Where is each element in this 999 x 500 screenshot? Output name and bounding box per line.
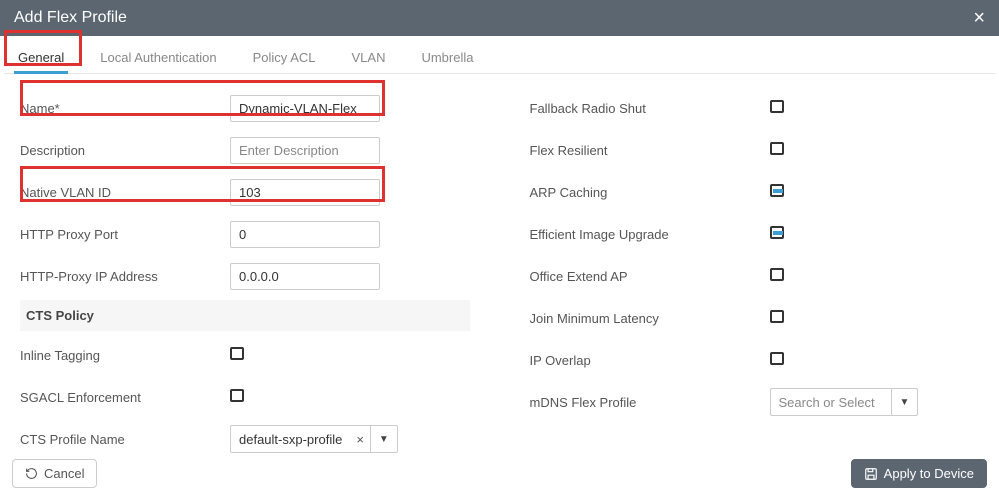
flex-resilient-checkbox[interactable] — [770, 142, 784, 155]
tab-vlan[interactable]: VLAN — [348, 44, 390, 73]
cts-profile-value: default-sxp-profile — [231, 432, 350, 447]
cancel-label: Cancel — [44, 466, 84, 481]
cts-profile-label: CTS Profile Name — [20, 432, 230, 447]
tab-general-label: General — [18, 50, 64, 65]
description-label: Description — [20, 143, 230, 158]
row-ip-overlap: IP Overlap — [530, 342, 980, 378]
tab-vlan-label: VLAN — [352, 50, 386, 65]
arp-caching-label: ARP Caching — [530, 185, 770, 200]
tab-bar: General Local Authentication Policy ACL … — [4, 36, 995, 74]
tab-policy-acl-label: Policy ACL — [253, 50, 316, 65]
office-extend-label: Office Extend AP — [530, 269, 770, 284]
left-column: Name* Description Native VLAN ID HTTP Pr… — [20, 90, 470, 463]
efficient-upgrade-label: Efficient Image Upgrade — [530, 227, 770, 242]
row-native-vlan: Native VLAN ID — [20, 174, 470, 210]
tab-umbrella[interactable]: Umbrella — [417, 44, 477, 73]
close-icon[interactable]: × — [973, 8, 985, 28]
efficient-upgrade-checkbox[interactable] — [770, 226, 784, 239]
row-inline-tagging: Inline Tagging — [20, 337, 470, 373]
arp-caching-checkbox[interactable] — [770, 184, 784, 197]
http-proxy-ip-label: HTTP-Proxy IP Address — [20, 269, 230, 284]
office-extend-checkbox[interactable] — [770, 268, 784, 281]
modal-title: Add Flex Profile — [14, 9, 127, 27]
row-flex-resilient: Flex Resilient — [530, 132, 980, 168]
http-proxy-ip-input[interactable] — [230, 263, 380, 290]
row-join-latency: Join Minimum Latency — [530, 300, 980, 336]
native-vlan-label: Native VLAN ID — [20, 185, 230, 200]
http-proxy-port-label: HTTP Proxy Port — [20, 227, 230, 242]
modal-header: Add Flex Profile × — [0, 0, 999, 36]
chevron-down-icon[interactable]: ▼ — [891, 389, 918, 415]
content-area: Name* Description Native VLAN ID HTTP Pr… — [0, 74, 999, 471]
row-http-proxy-ip: HTTP-Proxy IP Address — [20, 258, 470, 294]
row-office-extend: Office Extend AP — [530, 258, 980, 294]
mdns-label: mDNS Flex Profile — [530, 395, 770, 410]
cancel-button[interactable]: Cancel — [12, 459, 97, 488]
row-description: Description — [20, 132, 470, 168]
undo-icon — [25, 467, 38, 480]
cts-policy-header: CTS Policy — [20, 300, 470, 331]
apply-button[interactable]: Apply to Device — [851, 459, 987, 488]
name-label: Name* — [20, 101, 230, 116]
fallback-radio-label: Fallback Radio Shut — [530, 101, 770, 116]
row-name: Name* — [20, 90, 470, 126]
row-http-proxy-port: HTTP Proxy Port — [20, 216, 470, 252]
apply-label: Apply to Device — [884, 466, 974, 481]
sgacl-label: SGACL Enforcement — [20, 390, 230, 405]
sgacl-checkbox[interactable] — [230, 389, 244, 402]
row-fallback-radio: Fallback Radio Shut — [530, 90, 980, 126]
inline-tagging-label: Inline Tagging — [20, 348, 230, 363]
row-mdns: mDNS Flex Profile Search or Select ▼ — [530, 384, 980, 420]
row-efficient-upgrade: Efficient Image Upgrade — [530, 216, 980, 252]
ip-overlap-checkbox[interactable] — [770, 352, 784, 365]
flex-resilient-label: Flex Resilient — [530, 143, 770, 158]
cts-profile-clear-icon[interactable]: × — [350, 432, 370, 447]
name-input[interactable] — [230, 95, 380, 122]
tab-local-auth-label: Local Authentication — [100, 50, 216, 65]
mdns-placeholder: Search or Select — [771, 395, 891, 410]
native-vlan-input[interactable] — [230, 179, 380, 206]
description-input[interactable] — [230, 137, 380, 164]
right-column: Fallback Radio Shut Flex Resilient ARP C… — [530, 90, 980, 463]
row-arp-caching: ARP Caching — [530, 174, 980, 210]
mdns-select[interactable]: Search or Select ▼ — [770, 388, 919, 416]
http-proxy-port-input[interactable] — [230, 221, 380, 248]
tab-general[interactable]: General — [14, 44, 68, 73]
tab-local-authentication[interactable]: Local Authentication — [96, 44, 220, 73]
inline-tagging-checkbox[interactable] — [230, 347, 244, 360]
tab-umbrella-label: Umbrella — [421, 50, 473, 65]
save-icon — [864, 467, 878, 481]
join-latency-label: Join Minimum Latency — [530, 311, 770, 326]
ip-overlap-label: IP Overlap — [530, 353, 770, 368]
row-sgacl: SGACL Enforcement — [20, 379, 470, 415]
tab-policy-acl[interactable]: Policy ACL — [249, 44, 320, 73]
footer: Cancel Apply to Device — [0, 449, 999, 500]
fallback-radio-checkbox[interactable] — [770, 100, 784, 113]
join-latency-checkbox[interactable] — [770, 310, 784, 323]
